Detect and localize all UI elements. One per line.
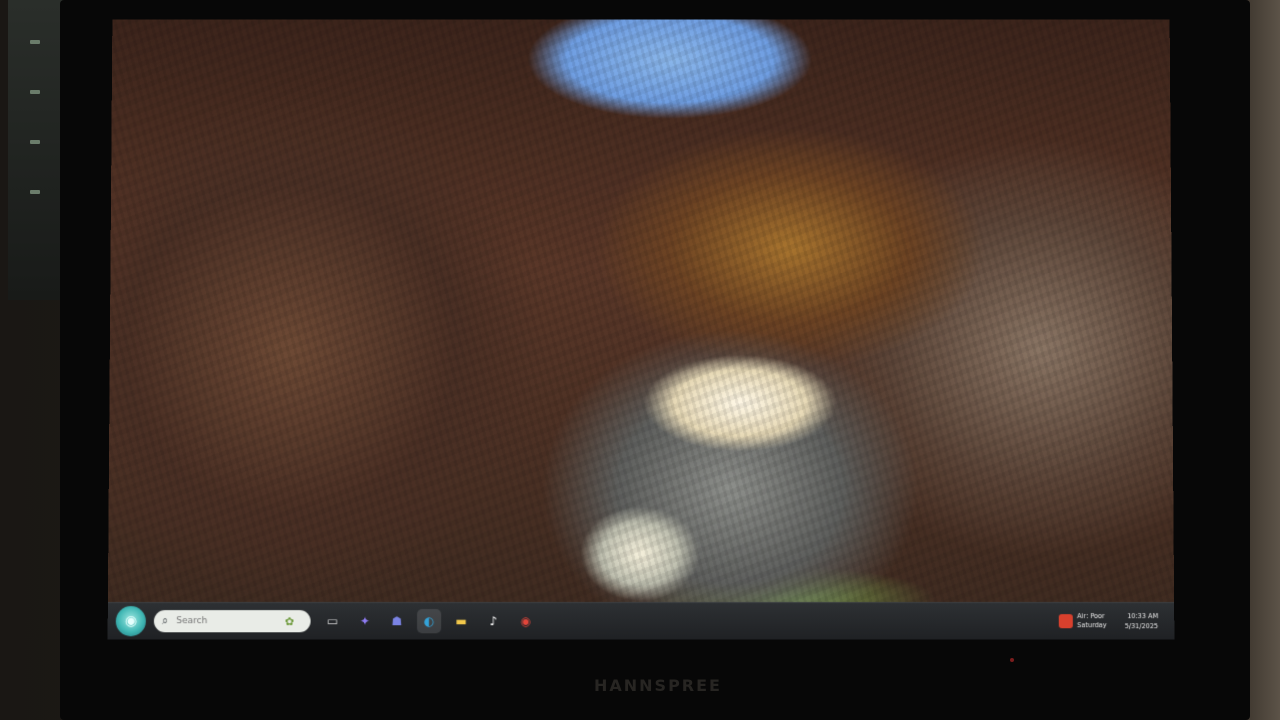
task-view-icon: ▭: [326, 614, 339, 629]
search-highlight-icon: ✿: [284, 614, 294, 628]
clock-date: 5/31/2025: [1124, 622, 1159, 631]
file-explorer-button[interactable]: ▬: [449, 609, 473, 633]
weather-icon: [1059, 614, 1074, 629]
task-view-button[interactable]: ▭: [321, 609, 345, 633]
taskbar: ◉ ⌕ ✿ ▭ ✦ ☗ ◐ ▬ ♪: [107, 602, 1175, 640]
clock-time: 10:33 AM: [1127, 612, 1159, 621]
tiktok-button[interactable]: ♪: [481, 609, 505, 633]
start-icon: ◉: [124, 613, 138, 630]
search-box[interactable]: ⌕ ✿: [153, 610, 311, 633]
taskbar-apps: ▭ ✦ ☗ ◐ ▬ ♪ ◉: [321, 609, 538, 634]
tiktok-icon: ♪: [489, 614, 498, 629]
chrome-icon: ◉: [520, 614, 531, 629]
monitor-brand-logo: HANNSPREE: [594, 676, 722, 695]
side-device: [8, 0, 64, 300]
copilot-button[interactable]: ✦: [353, 609, 377, 633]
desktop-screen: ◉ ⌕ ✿ ▭ ✦ ☗ ◐ ▬ ♪: [107, 19, 1175, 640]
weather-widget[interactable]: Air: Poor Saturday: [1059, 612, 1107, 630]
teams-button[interactable]: ☗: [385, 609, 409, 633]
edge-icon: ◐: [423, 614, 435, 629]
clock[interactable]: 10:33 AM 5/31/2025: [1125, 611, 1159, 631]
search-icon: ⌕: [161, 614, 169, 628]
copilot-icon: ✦: [359, 614, 370, 629]
folder-icon: ▬: [455, 614, 467, 629]
weather-line-2: Saturday: [1077, 621, 1107, 630]
power-led: [1010, 658, 1014, 662]
start-button[interactable]: ◉: [115, 606, 147, 637]
chrome-button[interactable]: ◉: [513, 609, 537, 633]
edge-button[interactable]: ◐: [417, 609, 442, 634]
desktop-wallpaper: [107, 19, 1175, 640]
teams-icon: ☗: [391, 614, 403, 629]
search-input[interactable]: [174, 615, 279, 628]
weather-line-1: Air: Poor: [1077, 612, 1105, 621]
system-tray: Air: Poor Saturday 10:33 AM 5/31/2025: [1059, 611, 1174, 631]
